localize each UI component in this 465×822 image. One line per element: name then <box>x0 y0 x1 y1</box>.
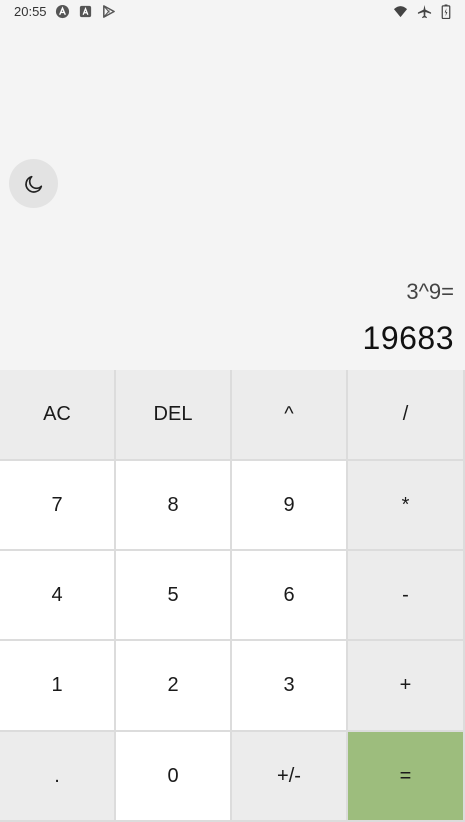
key-4[interactable]: 4 <box>0 551 116 641</box>
moon-icon <box>23 173 45 195</box>
key-negate[interactable]: +/- <box>232 732 348 822</box>
expression-display: 3^9= <box>406 279 454 304</box>
key-5[interactable]: 5 <box>116 551 232 641</box>
key-1[interactable]: 1 <box>0 641 116 732</box>
wifi-icon <box>393 4 408 19</box>
key-0[interactable]: 0 <box>116 732 232 822</box>
key-6[interactable]: 6 <box>232 551 348 641</box>
key-subtract[interactable]: - <box>348 551 465 641</box>
key-multiply[interactable]: * <box>348 461 465 551</box>
key-9[interactable]: 9 <box>232 461 348 551</box>
key-add[interactable]: + <box>348 641 465 732</box>
key-del[interactable]: DEL <box>116 370 232 461</box>
status-bar: 20:55 <box>0 0 465 22</box>
a-square-icon <box>78 4 93 19</box>
key-8[interactable]: 8 <box>116 461 232 551</box>
a-circle-icon <box>55 4 70 19</box>
status-right <box>393 3 451 19</box>
theme-toggle-button[interactable] <box>9 159 58 208</box>
key-ac[interactable]: AC <box>0 370 116 461</box>
battery-icon <box>441 3 451 19</box>
result-display: 19683 <box>362 320 454 356</box>
key-2[interactable]: 2 <box>116 641 232 732</box>
keypad: AC DEL ^ / 7 8 9 * 4 5 6 - 1 2 3 + . 0 +… <box>0 370 465 822</box>
key-7[interactable]: 7 <box>0 461 116 551</box>
key-divide[interactable]: / <box>348 370 465 461</box>
status-left: 20:55 <box>14 4 116 19</box>
key-power[interactable]: ^ <box>232 370 348 461</box>
key-decimal[interactable]: . <box>0 732 116 822</box>
airplane-icon <box>417 4 432 19</box>
key-equals[interactable]: = <box>348 732 465 822</box>
status-time: 20:55 <box>14 3 47 19</box>
play-store-icon <box>101 4 116 19</box>
key-3[interactable]: 3 <box>232 641 348 732</box>
